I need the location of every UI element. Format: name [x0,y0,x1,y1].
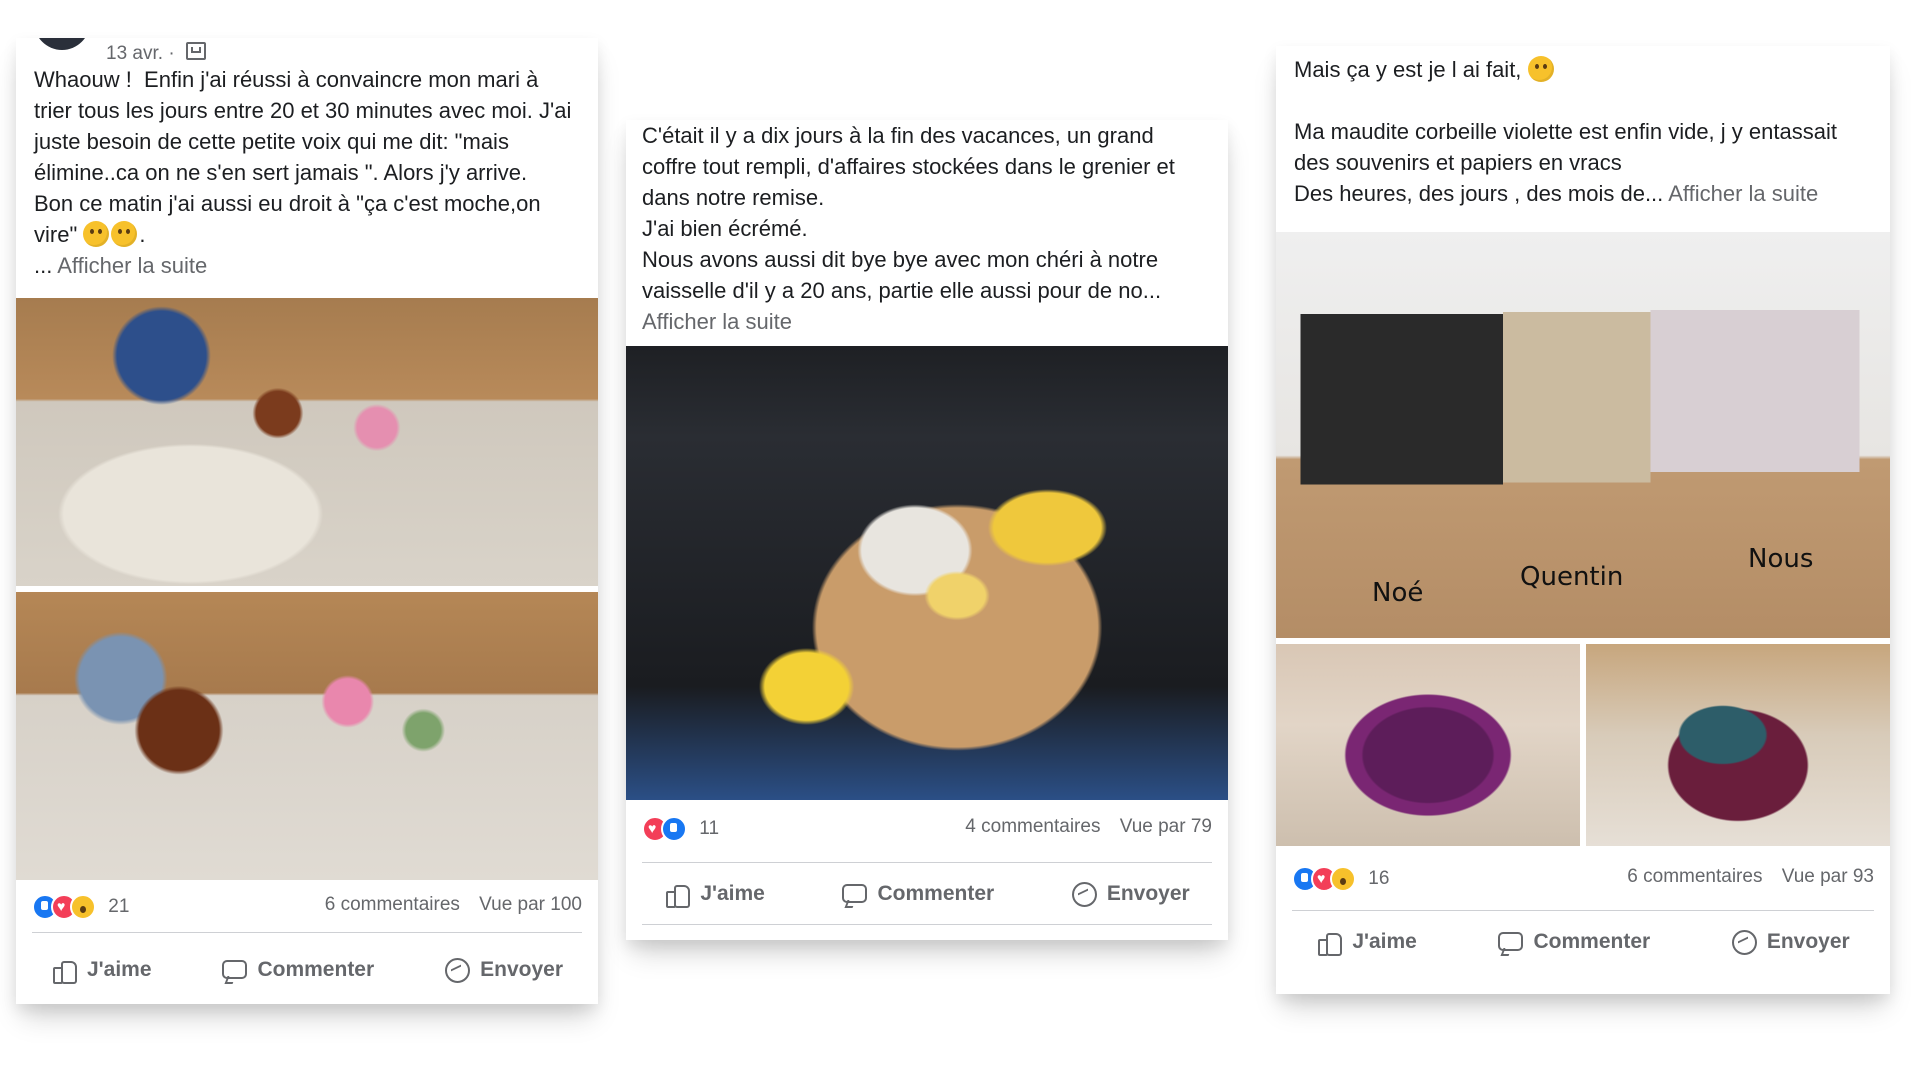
see-more-link[interactable]: Afficher la suite [1668,181,1818,206]
comment-button[interactable]: Commenter [221,957,374,983]
post-card-2: C'était il y a dix jours à la fin des va… [626,120,1228,940]
thumbs-up-icon [664,881,691,908]
reactions-summary[interactable]: 21 [32,894,129,920]
post-stats: 11 4 commentaires Vue par 79 [626,812,1228,848]
send-button[interactable]: Envoyer [1731,929,1850,955]
comment-icon [221,957,248,983]
like-label: J'aime [1352,930,1417,953]
avatar[interactable] [34,38,90,50]
comments-count[interactable]: 4 commentaires [965,816,1100,837]
like-button[interactable]: J'aime [51,957,152,984]
messenger-icon [1731,929,1757,955]
send-label: Envoyer [480,958,563,981]
see-more-prefix: ... [34,253,58,278]
reactions-summary[interactable]: 11 [642,816,719,842]
post-body: Mais ça y est je l ai fait, [1294,57,1528,82]
thinking-emoji-icon [83,221,110,247]
messenger-icon [444,957,471,983]
like-label: J'aime [86,958,152,981]
post-body: C'était il y a dix jours à la fin des va… [642,123,1175,303]
comment-icon [1497,929,1524,955]
group-icon [185,42,206,60]
divider [32,932,582,933]
thumbs-up-icon [51,957,77,984]
action-bar: J'aime Commenter Envoyer [626,870,1228,918]
views-count[interactable]: Vue par 93 [1782,866,1874,887]
action-bar: J'aime Commenter Envoyer [1276,918,1890,966]
divider [642,924,1212,925]
reactions-summary[interactable]: 16 [1292,866,1389,892]
care-reaction-icon [1330,866,1356,892]
divider [642,862,1212,863]
reaction-count: 11 [699,818,720,839]
wow-reaction-icon [70,894,96,920]
post-text: Whaouw ! Enfin j'ai réussi à convaincre … [34,64,582,281]
comments-count[interactable]: 6 commentaires [325,894,460,915]
post-text: C'était il y a dix jours à la fin des va… [642,120,1212,337]
see-more-link[interactable]: Afficher la suite [642,309,792,334]
comment-label: Commenter [257,958,375,981]
reaction-count: 16 [1368,868,1390,889]
comment-button[interactable]: Commenter [841,881,994,907]
action-bar: J'aime Commenter Envoyer [16,946,598,994]
messenger-icon [1071,881,1097,907]
box-label-noe: Noé [1372,578,1424,608]
views-count[interactable]: Vue par 79 [1120,816,1212,837]
send-button[interactable]: Envoyer [444,957,563,983]
thumbs-up-icon [1316,929,1343,956]
views-count[interactable]: Vue par 100 [479,894,582,915]
post-date[interactable]: 13 avr. · [106,42,206,65]
post-stats: 16 6 commentaires Vue par 93 [1276,862,1890,898]
post-photo-storage-boxes[interactable]: Noé Quentin Nous [1276,232,1890,638]
post-date-text: 13 avr. · [106,43,175,64]
like-button[interactable]: J'aime [664,881,765,908]
post-body-tail: . [139,222,146,247]
like-reaction-icon [661,816,687,842]
comment-button[interactable]: Commenter [1497,929,1650,955]
like-label: J'aime [700,882,765,905]
like-button[interactable]: J'aime [1316,929,1417,956]
divider [1292,910,1874,911]
comment-label: Commenter [1533,930,1651,953]
post-photo-full-basket[interactable] [1586,644,1890,846]
astonished-emoji-icon [111,221,138,247]
party-face-emoji-icon [1527,56,1554,82]
post-photo-car-trunk[interactable] [626,346,1228,800]
post-photo-table-1[interactable] [16,298,598,586]
reaction-count: 21 [108,896,130,917]
see-more-link[interactable]: Afficher la suite [57,253,207,278]
post-body: Whaouw ! Enfin j'ai réussi à convaincre … [34,67,572,247]
box-label-quentin: Quentin [1520,562,1624,592]
post-photo-table-2[interactable] [16,592,598,880]
comments-count[interactable]: 6 commentaires [1627,866,1762,887]
send-button[interactable]: Envoyer [1071,881,1190,907]
post-card-3: Mais ça y est je l ai fait, Ma maudite c… [1276,46,1890,994]
post-card-1: 13 avr. · Whaouw ! Enfin j'ai réussi à c… [16,38,598,1004]
post-stats: 21 6 commentaires Vue par 100 [16,890,598,926]
box-label-nous: Nous [1748,544,1814,574]
send-label: Envoyer [1766,930,1850,953]
comment-label: Commenter [877,882,995,905]
post-photo-empty-basket[interactable] [1276,644,1580,846]
send-label: Envoyer [1106,882,1190,905]
post-text: Mais ça y est je l ai fait, Ma maudite c… [1294,54,1874,209]
comment-icon [841,881,868,907]
